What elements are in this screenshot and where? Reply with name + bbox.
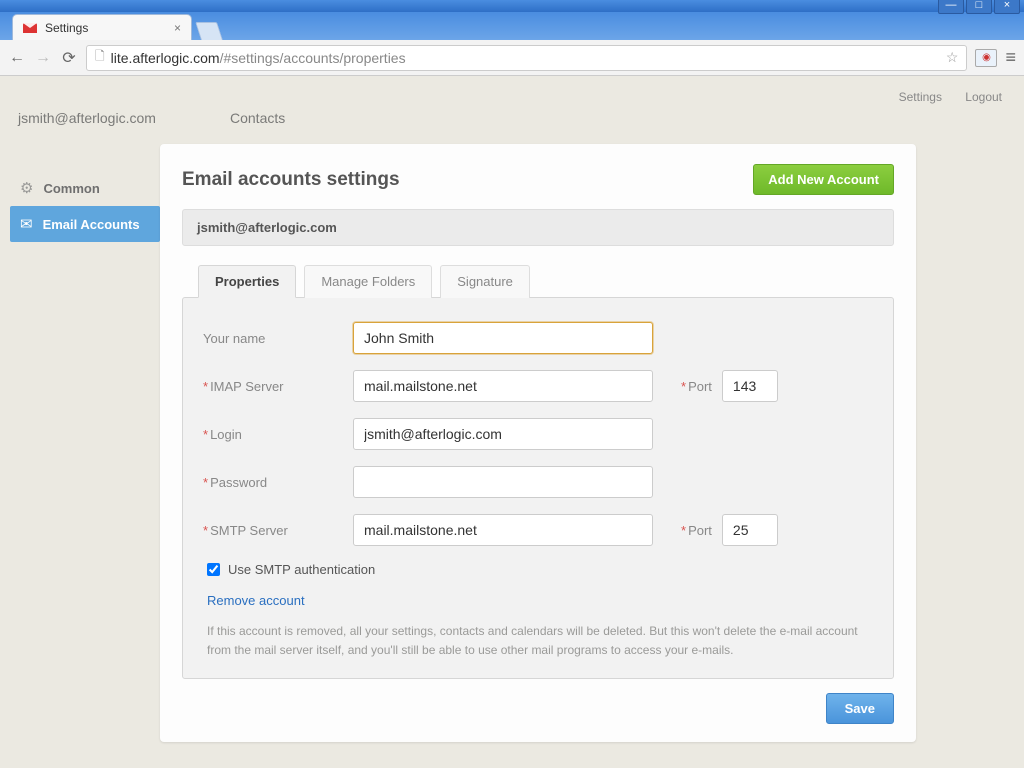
browser-tab[interactable]: Settings ×	[12, 14, 192, 40]
name-label: Your name	[203, 331, 343, 346]
tab-properties[interactable]: Properties	[198, 265, 296, 298]
sidebar-item-label: Common	[43, 181, 99, 196]
address-bar: ← → ⟳ 🗋 lite.afterlogic.com/#settings/ac…	[0, 40, 1024, 76]
settings-panel: Email accounts settings Add New Account …	[160, 144, 916, 742]
smtp-auth-label: Use SMTP authentication	[228, 562, 375, 577]
extension-icon[interactable]: ◉	[975, 49, 997, 67]
logout-link[interactable]: Logout	[965, 90, 1002, 104]
mail-icon	[20, 215, 33, 233]
url-input[interactable]: 🗋 lite.afterlogic.com/#settings/accounts…	[86, 45, 967, 71]
sidebar-item-label: Email Accounts	[43, 217, 140, 232]
new-tab-button[interactable]	[195, 22, 223, 40]
forward-icon[interactable]: →	[34, 49, 52, 67]
tab-manage-folders[interactable]: Manage Folders	[304, 265, 432, 298]
tabs: Properties Manage Folders Signature	[198, 264, 894, 297]
gear-icon	[20, 179, 33, 197]
sidebar-item-common[interactable]: Common	[10, 170, 160, 206]
tab-signature[interactable]: Signature	[440, 265, 530, 298]
nav-contacts-link[interactable]: Contacts	[230, 110, 285, 126]
url-host: lite.afterlogic.com	[111, 50, 220, 66]
window-titlebar: — □ ×	[0, 0, 1024, 12]
imap-port-input[interactable]	[722, 370, 778, 402]
sidebar: Common Email Accounts	[10, 170, 160, 242]
name-input[interactable]	[353, 322, 653, 354]
imap-server-input[interactable]	[353, 370, 653, 402]
remove-account-link[interactable]: Remove account	[207, 593, 305, 608]
properties-form: Your name *IMAP Server *Port *Login *Pas…	[182, 297, 894, 679]
page-title: Email accounts settings	[182, 169, 400, 191]
login-input[interactable]	[353, 418, 653, 450]
smtp-auth-checkbox[interactable]	[207, 563, 220, 576]
smtp-server-input[interactable]	[353, 514, 653, 546]
smtp-port-label: *Port	[681, 523, 712, 538]
window-close-button[interactable]: ×	[994, 0, 1020, 14]
sidebar-item-email-accounts[interactable]: Email Accounts	[10, 206, 160, 242]
add-account-button[interactable]: Add New Account	[753, 164, 894, 195]
account-header[interactable]: jsmith@afterlogic.com	[182, 209, 894, 246]
browser-tab-title: Settings	[45, 21, 88, 35]
imap-port-label: *Port	[681, 379, 712, 394]
smtp-label: *SMTP Server	[203, 523, 343, 538]
bookmark-star-icon[interactable]: ☆	[946, 49, 959, 66]
url-path: /#settings/accounts/properties	[220, 50, 406, 66]
back-icon[interactable]: ←	[8, 49, 26, 67]
globe-icon: 🗋	[95, 47, 105, 68]
remove-account-note: If this account is removed, all your set…	[207, 622, 869, 660]
nav-email-link[interactable]: jsmith@afterlogic.com	[18, 110, 156, 126]
smtp-port-input[interactable]	[722, 514, 778, 546]
top-links: Settings Logout	[879, 90, 1002, 104]
window-maximize-button[interactable]: □	[966, 0, 992, 14]
settings-link[interactable]: Settings	[899, 90, 942, 104]
password-label: *Password	[203, 475, 343, 490]
window-minimize-button[interactable]: —	[938, 0, 964, 14]
login-label: *Login	[203, 427, 343, 442]
imap-label: *IMAP Server	[203, 379, 343, 394]
tab-close-icon[interactable]: ×	[174, 21, 181, 35]
reload-icon[interactable]: ⟳	[60, 48, 78, 68]
chrome-menu-icon[interactable]: ≡	[1005, 47, 1016, 68]
password-input[interactable]	[353, 466, 653, 498]
browser-tab-strip: Settings ×	[0, 12, 1024, 40]
save-button[interactable]: Save	[826, 693, 894, 724]
mail-favicon-icon	[23, 23, 37, 33]
